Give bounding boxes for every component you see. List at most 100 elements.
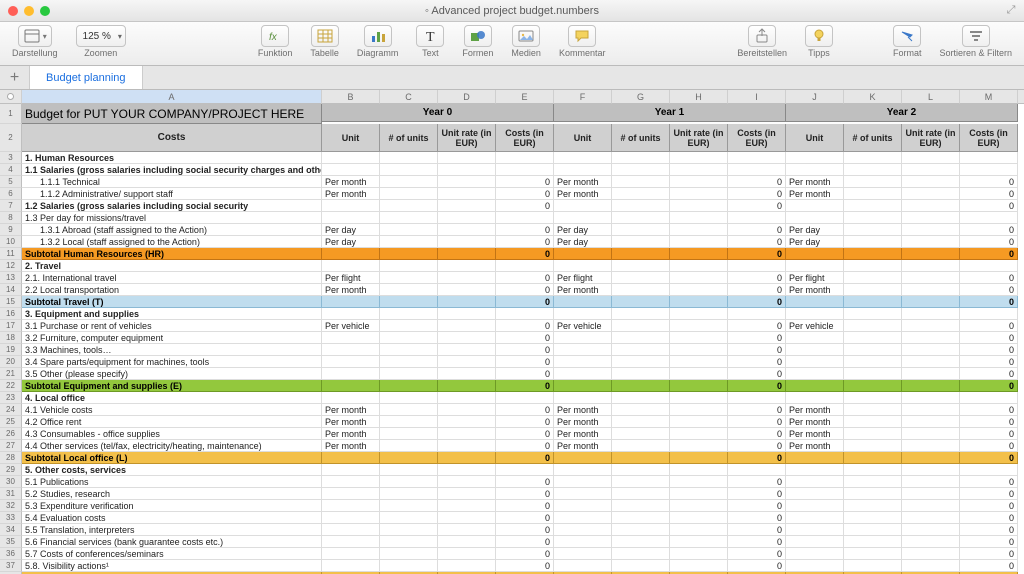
unit-cell[interactable] — [554, 512, 612, 524]
unit-cell[interactable] — [554, 200, 612, 212]
rate-cell[interactable] — [670, 356, 728, 368]
unit-cell[interactable] — [554, 380, 612, 392]
cost-cell[interactable]: 0 — [496, 320, 554, 332]
year1-header[interactable]: Year 1 — [554, 104, 786, 122]
cost-cell[interactable]: 0 — [960, 524, 1018, 536]
cost-cell[interactable]: 0 — [960, 296, 1018, 308]
nunits-cell[interactable] — [612, 500, 670, 512]
nunits-cell[interactable] — [844, 500, 902, 512]
nunits-cell[interactable] — [844, 512, 902, 524]
row-header[interactable]: 30 — [0, 476, 22, 488]
rate-cell[interactable] — [438, 416, 496, 428]
row-label[interactable]: 1.2 Salaries (gross salaries including s… — [22, 200, 322, 212]
spreadsheet-area[interactable]: ABCDEFGHIJKLM1Budget for PUT YOUR COMPAN… — [0, 90, 1024, 574]
column-header[interactable]: L — [902, 90, 960, 104]
row-label[interactable]: 1.3 Per day for missions/travel — [22, 212, 322, 224]
cost-cell[interactable]: 0 — [496, 224, 554, 236]
rate-cell[interactable] — [670, 260, 728, 272]
cost-cell[interactable]: 0 — [960, 512, 1018, 524]
rate-cell[interactable] — [902, 320, 960, 332]
unit-cell[interactable] — [554, 164, 612, 176]
rate-cell[interactable] — [438, 404, 496, 416]
rate-cell[interactable] — [670, 188, 728, 200]
rate-cell[interactable] — [670, 308, 728, 320]
nunits-cell[interactable] — [380, 392, 438, 404]
cost-cell[interactable] — [728, 308, 786, 320]
row-label[interactable]: 3.1 Purchase or rent of vehicles — [22, 320, 322, 332]
unit-cell[interactable] — [554, 344, 612, 356]
sort-filter-button[interactable] — [962, 25, 990, 47]
rate-cell[interactable] — [902, 392, 960, 404]
column-header[interactable]: I — [728, 90, 786, 104]
nunits-cell[interactable] — [844, 476, 902, 488]
cost-cell[interactable] — [960, 212, 1018, 224]
unit-cell[interactable]: Per month — [554, 176, 612, 188]
unit-cell[interactable] — [786, 524, 844, 536]
nunits-cell[interactable] — [612, 368, 670, 380]
nunits-cell[interactable] — [380, 488, 438, 500]
row-label[interactable]: 3.4 Spare parts/equipment for machines, … — [22, 356, 322, 368]
unit-cell[interactable] — [554, 392, 612, 404]
nunits-cell[interactable] — [612, 236, 670, 248]
nunits-cell[interactable] — [844, 248, 902, 260]
unit-cell[interactable] — [786, 164, 844, 176]
rate-cell[interactable] — [902, 428, 960, 440]
subheader[interactable]: Costs (in EUR) — [960, 124, 1018, 152]
nunits-cell[interactable] — [844, 380, 902, 392]
text-button[interactable]: T — [416, 25, 444, 47]
rate-cell[interactable] — [670, 380, 728, 392]
unit-cell[interactable]: Per vehicle — [786, 320, 844, 332]
cost-cell[interactable]: 0 — [960, 416, 1018, 428]
rate-cell[interactable] — [902, 272, 960, 284]
cost-cell[interactable]: 0 — [496, 536, 554, 548]
rate-cell[interactable] — [438, 428, 496, 440]
nunits-cell[interactable] — [612, 560, 670, 572]
cost-cell[interactable]: 0 — [496, 296, 554, 308]
nunits-cell[interactable] — [844, 344, 902, 356]
unit-cell[interactable]: Per flight — [554, 272, 612, 284]
unit-cell[interactable] — [554, 296, 612, 308]
nunits-cell[interactable] — [380, 188, 438, 200]
rate-cell[interactable] — [438, 344, 496, 356]
column-header[interactable]: C — [380, 90, 438, 104]
rate-cell[interactable] — [670, 296, 728, 308]
unit-cell[interactable] — [786, 308, 844, 320]
unit-cell[interactable] — [786, 152, 844, 164]
row-header[interactable]: 29 — [0, 464, 22, 476]
cost-cell[interactable]: 0 — [728, 236, 786, 248]
unit-cell[interactable] — [786, 212, 844, 224]
row-header[interactable]: 2 — [0, 124, 22, 152]
cost-cell[interactable]: 0 — [496, 452, 554, 464]
unit-cell[interactable] — [322, 212, 380, 224]
rate-cell[interactable] — [438, 476, 496, 488]
nunits-cell[interactable] — [844, 356, 902, 368]
nunits-cell[interactable] — [380, 296, 438, 308]
row-header[interactable]: 36 — [0, 548, 22, 560]
cost-cell[interactable] — [960, 152, 1018, 164]
cost-cell[interactable]: 0 — [496, 356, 554, 368]
cost-cell[interactable]: 0 — [728, 416, 786, 428]
nunits-cell[interactable] — [380, 368, 438, 380]
nunits-cell[interactable] — [844, 152, 902, 164]
unit-cell[interactable] — [786, 248, 844, 260]
cost-cell[interactable]: 0 — [496, 404, 554, 416]
unit-cell[interactable]: Per vehicle — [554, 320, 612, 332]
rate-cell[interactable] — [670, 416, 728, 428]
column-header[interactable]: G — [612, 90, 670, 104]
cost-cell[interactable]: 0 — [496, 416, 554, 428]
nunits-cell[interactable] — [844, 236, 902, 248]
unit-cell[interactable] — [554, 152, 612, 164]
nunits-cell[interactable] — [844, 488, 902, 500]
unit-cell[interactable]: Per month — [322, 188, 380, 200]
cost-cell[interactable]: 0 — [728, 512, 786, 524]
unit-cell[interactable] — [322, 356, 380, 368]
rate-cell[interactable] — [670, 152, 728, 164]
cost-cell[interactable]: 0 — [728, 356, 786, 368]
rate-cell[interactable] — [438, 524, 496, 536]
rate-cell[interactable] — [670, 440, 728, 452]
column-header[interactable]: E — [496, 90, 554, 104]
row-header[interactable]: 18 — [0, 332, 22, 344]
cost-cell[interactable]: 0 — [960, 440, 1018, 452]
cost-cell[interactable]: 0 — [496, 272, 554, 284]
cost-cell[interactable]: 0 — [496, 440, 554, 452]
